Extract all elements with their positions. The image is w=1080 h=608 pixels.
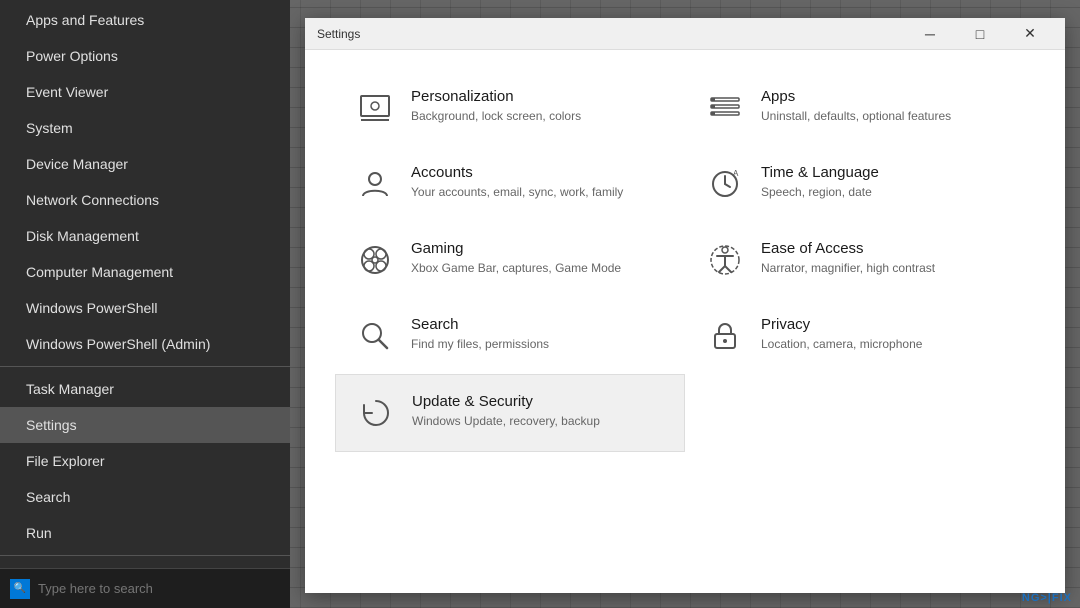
- settings-item-text-apps: Apps Uninstall, defaults, optional featur…: [761, 88, 951, 125]
- menu-item-search[interactable]: Search: [0, 479, 290, 515]
- settings-item-desc-gaming: Xbox Game Bar, captures, Game Mode: [411, 260, 621, 277]
- settings-item-desc-apps: Uninstall, defaults, optional features: [761, 108, 951, 125]
- menu-item-label: Event Viewer: [26, 84, 108, 100]
- settings-item-text-gaming: Gaming Xbox Game Bar, captures, Game Mode: [411, 240, 621, 277]
- menu-item-label: Run: [26, 525, 52, 541]
- settings-item-desc-time-language: Speech, region, date: [761, 184, 879, 201]
- menu-item-label: Search: [26, 489, 70, 505]
- settings-item-title-search: Search: [411, 316, 549, 333]
- menu-item-label: Computer Management: [26, 264, 173, 280]
- settings-item-gaming[interactable]: Gaming Xbox Game Bar, captures, Game Mode: [335, 222, 685, 298]
- ease-of-access-icon: [705, 240, 745, 280]
- menu-item-label: Task Manager: [26, 381, 114, 397]
- menu-item-system[interactable]: System: [0, 110, 290, 146]
- windows-search-icon: 🔍: [10, 579, 30, 599]
- menu-item-label: File Explorer: [26, 453, 105, 469]
- apps-icon: [705, 88, 745, 128]
- settings-content: Personalization Background, lock screen, …: [305, 50, 1065, 593]
- menu-item-windows-powershell-admin[interactable]: Windows PowerShell (Admin): [0, 326, 290, 362]
- menu-item-network-connections[interactable]: Network Connections: [0, 182, 290, 218]
- close-button[interactable]: ✕: [1007, 18, 1053, 50]
- maximize-button[interactable]: □: [957, 18, 1003, 50]
- menu-item-disk-management[interactable]: Disk Management: [0, 218, 290, 254]
- menu-item-label: Disk Management: [26, 228, 139, 244]
- menu-item-label: System: [26, 120, 73, 136]
- settings-item-text-personalization: Personalization Background, lock screen, …: [411, 88, 581, 125]
- menu-item-label: Power Options: [26, 48, 118, 64]
- menu-item-file-explorer[interactable]: File Explorer: [0, 443, 290, 479]
- settings-item-desc-search: Find my files, permissions: [411, 336, 549, 353]
- personalization-icon: [355, 88, 395, 128]
- settings-item-apps[interactable]: Apps Uninstall, defaults, optional featur…: [685, 70, 1035, 146]
- menu-divider: [0, 555, 290, 556]
- update-security-icon: [356, 393, 396, 433]
- settings-item-privacy[interactable]: Privacy Location, camera, microphone: [685, 298, 1035, 374]
- settings-item-desc-personalization: Background, lock screen, colors: [411, 108, 581, 125]
- taskbar-search-input[interactable]: [38, 581, 280, 596]
- minimize-button[interactable]: ─: [907, 18, 953, 50]
- menu-item-windows-powershell[interactable]: Windows PowerShell: [0, 290, 290, 326]
- menu-item-apps-features[interactable]: Apps and Features: [0, 2, 290, 38]
- menu-item-computer-management[interactable]: Computer Management: [0, 254, 290, 290]
- menu-item-device-manager[interactable]: Device Manager: [0, 146, 290, 182]
- menu-divider: [0, 366, 290, 367]
- settings-item-text-ease-of-access: Ease of Access Narrator, magnifier, high …: [761, 240, 935, 277]
- time-language-icon: A: [705, 164, 745, 204]
- menu-item-label: Windows PowerShell: [26, 300, 158, 316]
- menu-item-run[interactable]: Run: [0, 515, 290, 551]
- menu-item-power-options[interactable]: Power Options: [0, 38, 290, 74]
- settings-item-search[interactable]: Search Find my files, permissions: [335, 298, 685, 374]
- menu-item-event-viewer[interactable]: Event Viewer: [0, 74, 290, 110]
- settings-item-time-language[interactable]: A Time & Language Speech, region, date: [685, 146, 1035, 222]
- settings-item-title-apps: Apps: [761, 88, 951, 105]
- taskbar-search-bar[interactable]: 🔍: [0, 568, 290, 608]
- gaming-icon: [355, 240, 395, 280]
- settings-item-title-time-language: Time & Language: [761, 164, 879, 181]
- privacy-icon: [705, 316, 745, 356]
- settings-item-desc-privacy: Location, camera, microphone: [761, 336, 922, 353]
- accounts-icon: [355, 164, 395, 204]
- settings-item-title-accounts: Accounts: [411, 164, 623, 181]
- svg-text:A: A: [733, 169, 739, 178]
- settings-item-title-update-security: Update & Security: [412, 393, 600, 410]
- settings-item-desc-ease-of-access: Narrator, magnifier, high contrast: [761, 260, 935, 277]
- settings-window: Settings ─ □ ✕ Personalization Background…: [305, 18, 1065, 593]
- settings-item-personalization[interactable]: Personalization Background, lock screen, …: [335, 70, 685, 146]
- context-menu: Apps and Features Power Options Event View…: [0, 0, 290, 608]
- settings-item-text-update-security: Update & Security Windows Update, recover…: [412, 393, 600, 430]
- settings-item-ease-of-access[interactable]: Ease of Access Narrator, magnifier, high …: [685, 222, 1035, 298]
- menu-item-task-manager[interactable]: Task Manager: [0, 371, 290, 407]
- menu-item-label: Device Manager: [26, 156, 128, 172]
- title-bar: Settings ─ □ ✕: [305, 18, 1065, 50]
- settings-item-accounts[interactable]: Accounts Your accounts, email, sync, work…: [335, 146, 685, 222]
- settings-item-desc-accounts: Your accounts, email, sync, work, family: [411, 184, 623, 201]
- settings-item-title-ease-of-access: Ease of Access: [761, 240, 935, 257]
- settings-item-update-security[interactable]: Update & Security Windows Update, recover…: [335, 374, 685, 452]
- window-title: Settings: [317, 27, 360, 41]
- menu-item-settings[interactable]: Settings: [0, 407, 290, 443]
- settings-item-title-personalization: Personalization: [411, 88, 581, 105]
- watermark: NG>|FIX: [1022, 592, 1072, 604]
- menu-item-label: Settings: [26, 417, 77, 433]
- settings-item-text-privacy: Privacy Location, camera, microphone: [761, 316, 922, 353]
- settings-item-title-privacy: Privacy: [761, 316, 922, 333]
- settings-item-desc-update-security: Windows Update, recovery, backup: [412, 413, 600, 430]
- menu-item-label: Network Connections: [26, 192, 159, 208]
- settings-item-text-search: Search Find my files, permissions: [411, 316, 549, 353]
- settings-item-text-accounts: Accounts Your accounts, email, sync, work…: [411, 164, 623, 201]
- menu-item-label: Apps and Features: [26, 12, 144, 28]
- settings-item-title-gaming: Gaming: [411, 240, 621, 257]
- search-icon: [355, 316, 395, 356]
- menu-item-label: Windows PowerShell (Admin): [26, 336, 210, 352]
- window-controls: ─ □ ✕: [907, 18, 1053, 50]
- settings-item-text-time-language: Time & Language Speech, region, date: [761, 164, 879, 201]
